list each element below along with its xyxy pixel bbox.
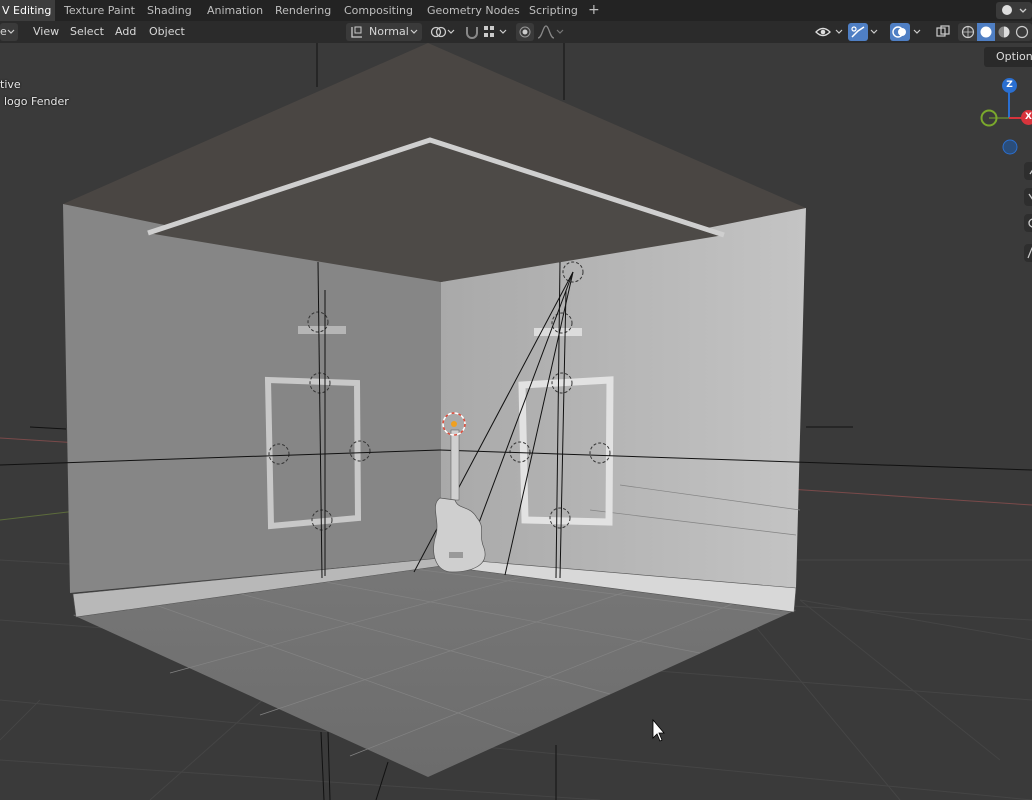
3d-viewport[interactable]: tive logo Fender — [0, 43, 1032, 800]
overlays-dropdown[interactable] — [910, 23, 926, 41]
tab-label: Scripting — [529, 4, 578, 17]
options-label: Options — [996, 50, 1032, 63]
gizmo-icon — [851, 26, 865, 38]
pan-button[interactable] — [1024, 188, 1032, 206]
gizmo-z-axis[interactable]: Z — [1002, 78, 1017, 93]
eye-icon — [815, 27, 843, 37]
perspective-toggle-button[interactable] — [1024, 244, 1032, 262]
menu-view[interactable]: View — [33, 21, 59, 43]
tab-texture-paint[interactable]: Texture Paint — [64, 0, 135, 21]
tab-label: Rendering — [275, 4, 332, 17]
wall-hook-left — [298, 326, 346, 334]
snap-toggle[interactable] — [462, 23, 482, 41]
tab-animation[interactable]: Animation — [207, 0, 263, 21]
zoom-button[interactable] — [1024, 162, 1032, 180]
gizmo-z-label: Z — [1006, 80, 1013, 90]
scene-icon — [1002, 5, 1027, 15]
zoom-icon — [1029, 169, 1032, 175]
tab-label: Compositing — [344, 4, 413, 17]
scene-selector[interactable] — [996, 2, 1032, 19]
transform-orientation-dropdown[interactable]: Normal — [346, 23, 422, 41]
gizmo-x-axis[interactable]: X — [1021, 110, 1032, 125]
orientation-label: Normal — [369, 25, 409, 38]
snap-grid-icon — [484, 26, 507, 37]
tab-scripting[interactable]: Scripting — [529, 0, 578, 21]
plus-icon: + — [588, 2, 600, 18]
tab-label: Animation — [207, 4, 264, 17]
gizmo-toggle[interactable] — [848, 23, 868, 41]
overlays-toggle[interactable] — [890, 23, 910, 41]
snap-target-dropdown[interactable] — [482, 23, 510, 41]
proportional-icon — [519, 26, 531, 38]
viewport-info-mode: tive — [0, 78, 21, 91]
camera-icon — [1028, 218, 1032, 228]
tab-label: V Editing — [2, 4, 52, 17]
chevron-down-icon — [913, 29, 921, 34]
viewport-info-object: logo Fender — [4, 95, 69, 108]
menu-object[interactable]: Object — [149, 21, 185, 43]
viewport-header: e View Select Add Object Normal — [0, 21, 1032, 43]
grid-icon — [1027, 247, 1032, 259]
pivot-icon — [430, 26, 455, 38]
tab-label: Geometry Nodes — [427, 4, 520, 17]
pivot-point-dropdown[interactable] — [428, 23, 458, 41]
mode-selector[interactable]: e — [0, 23, 18, 41]
mouse-pointer — [652, 718, 665, 742]
scene-canvas — [0, 43, 1032, 800]
camera-view-button[interactable] — [1024, 214, 1032, 232]
chevron-down-icon — [7, 29, 15, 34]
orientation-icon — [351, 26, 362, 38]
falloff-dropdown[interactable] — [536, 23, 564, 41]
visibility-dropdown[interactable] — [814, 23, 846, 41]
shading-icons — [961, 23, 1029, 41]
hand-icon — [1028, 193, 1032, 200]
navigation-gizmo[interactable]: Z X — [975, 72, 1032, 162]
add-workspace-button[interactable]: + — [588, 0, 600, 21]
menu-add[interactable]: Add — [115, 21, 136, 43]
gizmo-x-label: X — [1025, 112, 1032, 122]
magnet-icon — [466, 27, 478, 39]
proportional-editing-toggle[interactable] — [516, 23, 534, 41]
falloff-curve-icon — [537, 25, 564, 39]
tab-rendering[interactable]: Rendering — [275, 0, 331, 21]
chevron-down-icon — [870, 29, 878, 34]
gizmo-dropdown[interactable] — [868, 23, 882, 41]
xray-icon — [936, 25, 950, 37]
tab-label: Shading — [147, 4, 192, 17]
xray-toggle[interactable] — [934, 23, 952, 41]
workspace-bar: V Editing Texture Paint Shading Animatio… — [0, 0, 1032, 21]
tab-uv-editing[interactable]: V Editing — [0, 0, 55, 21]
tab-shading[interactable]: Shading — [147, 0, 192, 21]
tab-geometry-nodes[interactable]: Geometry Nodes — [427, 0, 520, 21]
tab-compositing[interactable]: Compositing — [344, 0, 413, 21]
chevron-down-icon — [410, 29, 418, 34]
overlays-icon — [892, 26, 906, 38]
menu-select[interactable]: Select — [70, 21, 104, 43]
options-button[interactable]: Options — [984, 47, 1032, 67]
tab-label: Texture Paint — [64, 4, 135, 17]
shading-mode-group — [958, 23, 1032, 41]
